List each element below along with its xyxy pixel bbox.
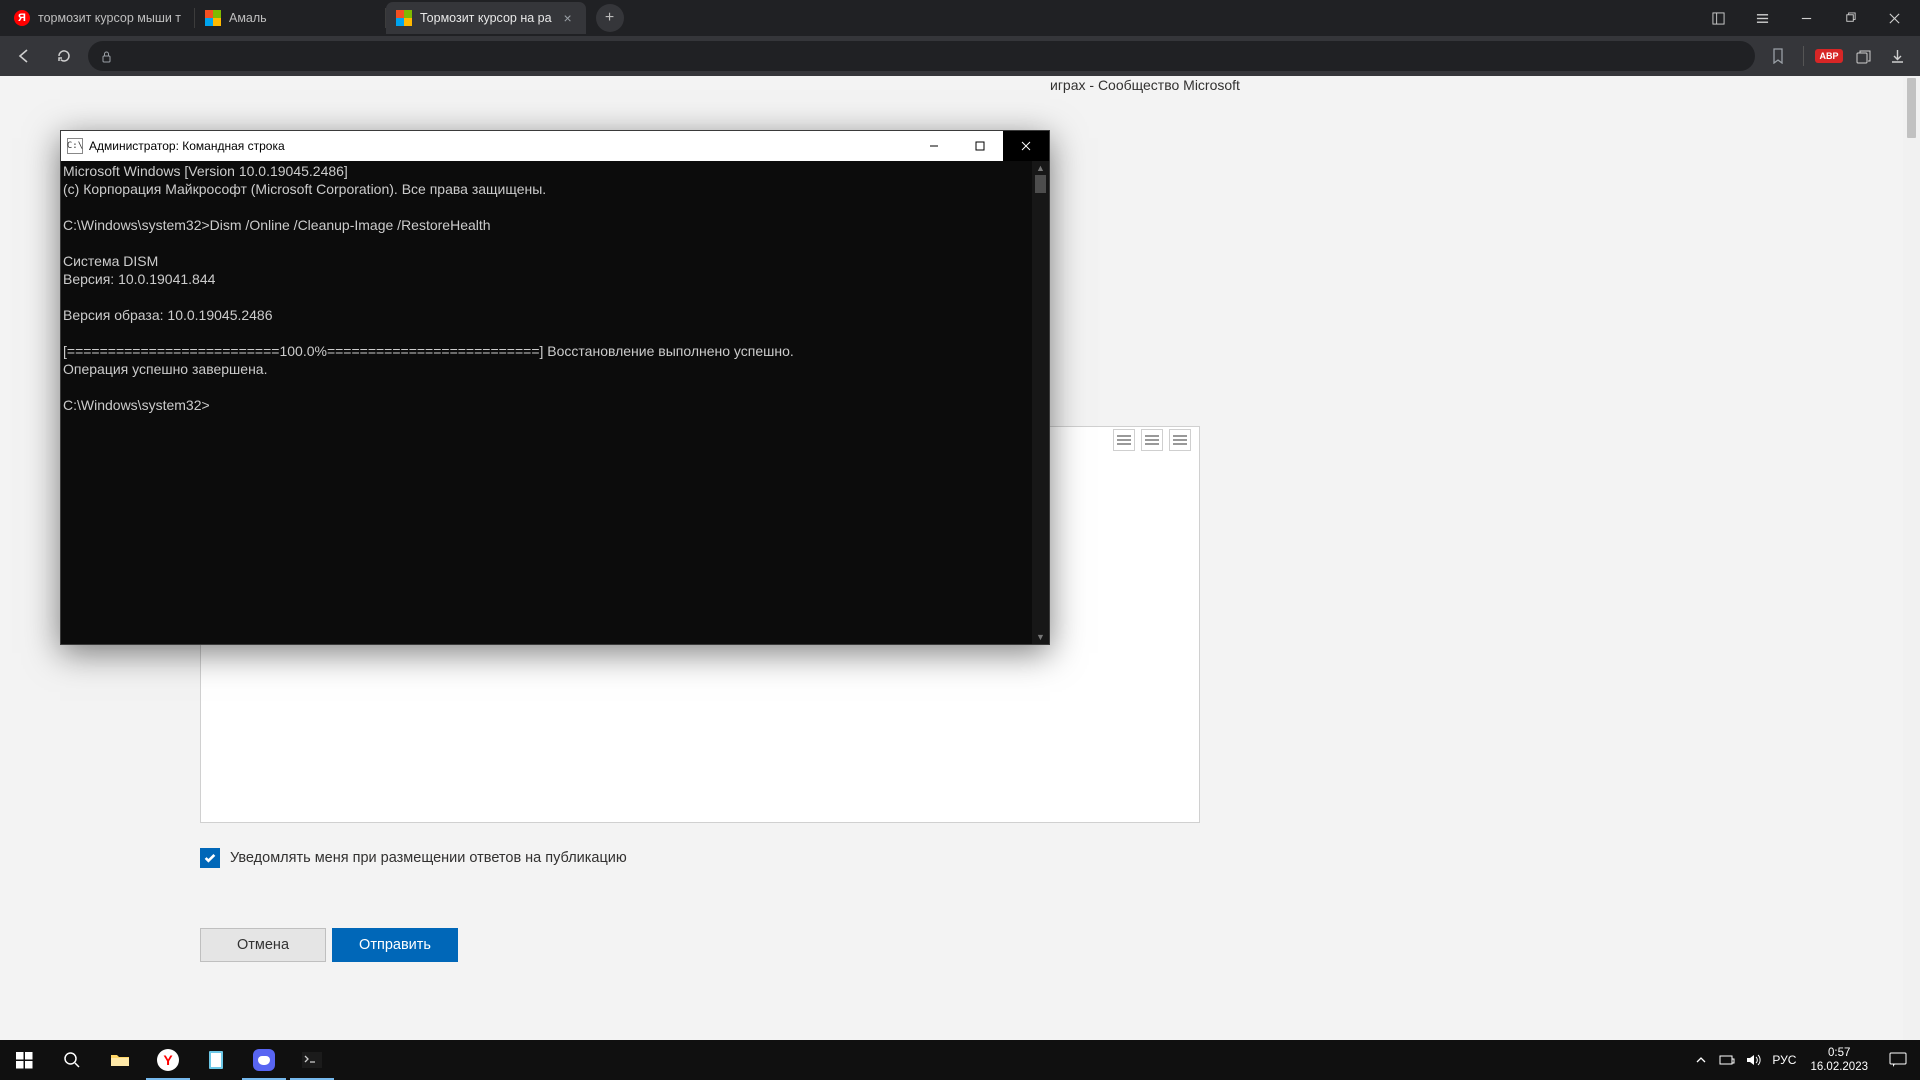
- tab-strip: Я тормозит курсор мыши т Амаль Тормозит …: [0, 0, 1920, 36]
- abp-extension-icon[interactable]: ABP: [1814, 43, 1844, 69]
- window-close-icon[interactable]: [1872, 0, 1916, 36]
- page-scrollbar[interactable]: [1903, 76, 1920, 1080]
- cmd-window-controls: [911, 131, 1049, 161]
- yandex-browser-icon[interactable]: Y: [144, 1040, 192, 1080]
- checkbox-checked-icon[interactable]: [200, 848, 220, 868]
- ms-favicon: [396, 10, 412, 26]
- cmd-text: Microsoft Windows [Version 10.0.19045.24…: [63, 163, 794, 413]
- ms-favicon: [205, 10, 221, 26]
- file-explorer-icon[interactable]: [96, 1040, 144, 1080]
- taskbar[interactable]: Y РУС 0:57 16.02.2023: [0, 1040, 1920, 1080]
- tab-label: Тормозит курсор на ра: [420, 11, 552, 25]
- sidebar-icon[interactable]: [1696, 0, 1740, 36]
- bookmark-icon[interactable]: [1763, 43, 1793, 69]
- cmd-close-icon[interactable]: [1003, 131, 1049, 161]
- nav-back-icon[interactable]: [8, 40, 40, 72]
- cmd-scrollbar[interactable]: ▲ ▼: [1032, 161, 1049, 644]
- cmd-title-text: Администратор: Командная строка: [89, 139, 285, 153]
- view-mode-2-icon[interactable]: [1141, 429, 1163, 451]
- toolbar-extensions: ABP: [1763, 43, 1912, 69]
- editor-view-buttons: [1113, 429, 1191, 451]
- cmd-titlebar[interactable]: C:\ Администратор: Командная строка: [61, 131, 1049, 161]
- page-heading-fragment: играх - Сообщество Microsoft: [1050, 77, 1240, 93]
- tab-0[interactable]: Я тормозит курсор мыши т: [4, 2, 194, 34]
- tab-label: Амаль: [229, 11, 375, 25]
- clock-time: 0:57: [1828, 1046, 1850, 1060]
- volume-icon[interactable]: [1740, 1040, 1766, 1080]
- clock-date: 16.02.2023: [1810, 1060, 1868, 1074]
- tab-close-icon[interactable]: ×: [560, 10, 576, 26]
- view-mode-3-icon[interactable]: [1169, 429, 1191, 451]
- lock-icon: [100, 50, 113, 63]
- tray-overflow-icon[interactable]: [1688, 1040, 1714, 1080]
- action-center-icon[interactable]: [1876, 1040, 1920, 1080]
- scroll-down-icon[interactable]: ▼: [1032, 630, 1049, 644]
- tab-2-active[interactable]: Тормозит курсор на ра ×: [386, 2, 586, 34]
- start-button[interactable]: [0, 1040, 48, 1080]
- system-tray: РУС 0:57 16.02.2023: [1688, 1040, 1920, 1080]
- network-icon[interactable]: [1714, 1040, 1740, 1080]
- window-minimize-icon[interactable]: [1784, 0, 1828, 36]
- cmd-taskbar-icon[interactable]: [288, 1040, 336, 1080]
- browser-content: играх - Сообщество Microsoft Уведомлять …: [0, 76, 1920, 1080]
- collections-icon[interactable]: [1848, 43, 1878, 69]
- form-buttons: Отмена Отправить: [200, 928, 458, 962]
- clock[interactable]: 0:57 16.02.2023: [1802, 1046, 1876, 1074]
- yandex-favicon: Я: [14, 10, 30, 26]
- notepad-icon[interactable]: [192, 1040, 240, 1080]
- notify-label: Уведомлять меня при размещении ответов н…: [230, 850, 627, 866]
- cmd-output[interactable]: Microsoft Windows [Version 10.0.19045.24…: [61, 161, 1049, 644]
- window-restore-icon[interactable]: [1828, 0, 1872, 36]
- toolbar-separator: [1803, 46, 1804, 66]
- cancel-button[interactable]: Отмена: [200, 928, 326, 962]
- cmd-maximize-icon[interactable]: [957, 131, 1003, 161]
- language-indicator[interactable]: РУС: [1766, 1040, 1802, 1080]
- scroll-up-icon[interactable]: ▲: [1032, 161, 1049, 175]
- tab-label: тормозит курсор мыши т: [38, 11, 184, 25]
- new-tab-button[interactable]: +: [596, 4, 624, 32]
- cmd-window[interactable]: C:\ Администратор: Командная строка Micr…: [60, 130, 1050, 645]
- search-icon[interactable]: [48, 1040, 96, 1080]
- window-controls: [1696, 0, 1920, 36]
- submit-button[interactable]: Отправить: [332, 928, 458, 962]
- nav-reload-icon[interactable]: [48, 40, 80, 72]
- view-mode-1-icon[interactable]: [1113, 429, 1135, 451]
- cmd-minimize-icon[interactable]: [911, 131, 957, 161]
- notify-checkbox-row[interactable]: Уведомлять меня при размещении ответов н…: [200, 848, 627, 868]
- tab-1[interactable]: Амаль: [195, 2, 385, 34]
- address-bar[interactable]: [88, 41, 1755, 71]
- browser-window: Я тормозит курсор мыши т Амаль Тормозит …: [0, 0, 1920, 1080]
- browser-toolbar: ABP: [0, 36, 1920, 76]
- discord-icon[interactable]: [240, 1040, 288, 1080]
- cmd-icon: C:\: [67, 138, 83, 154]
- menu-icon[interactable]: [1740, 0, 1784, 36]
- downloads-icon[interactable]: [1882, 43, 1912, 69]
